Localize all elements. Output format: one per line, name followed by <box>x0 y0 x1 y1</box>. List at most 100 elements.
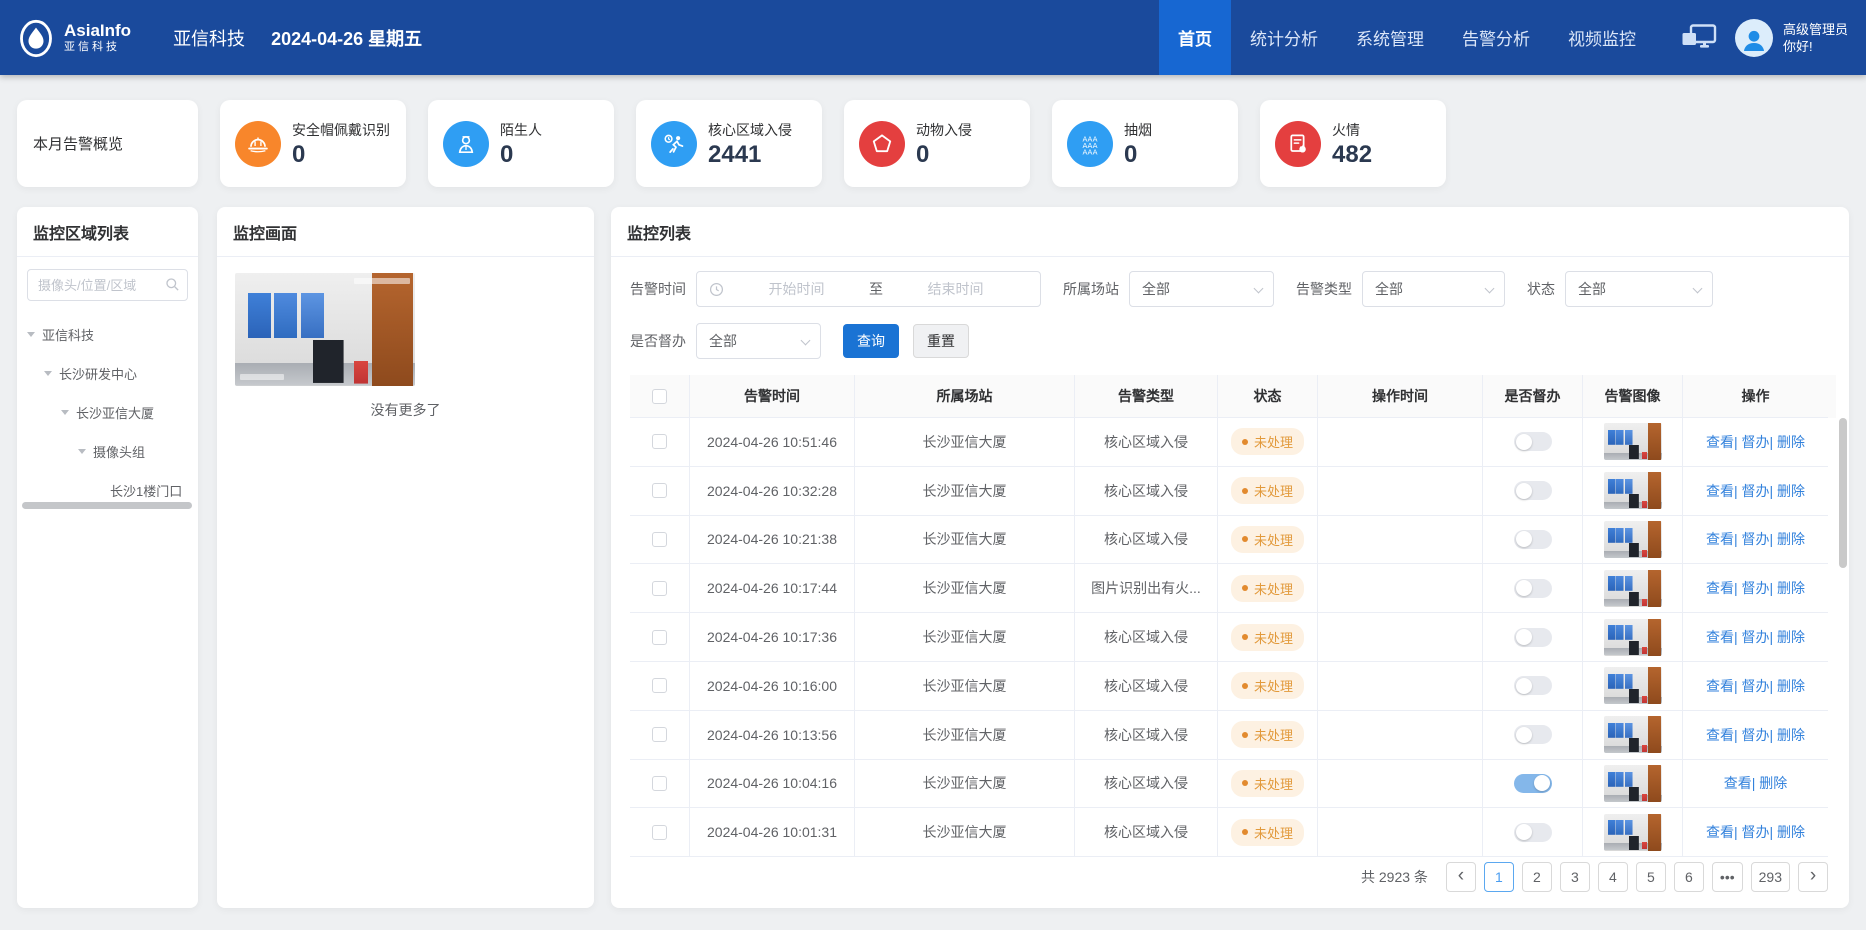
tree-expand-icon[interactable] <box>44 371 52 376</box>
row-action-link[interactable]: 查看 <box>1724 773 1752 793</box>
end-time-placeholder[interactable]: 结束时间 <box>883 279 1028 299</box>
next-page-button[interactable]: › <box>1798 862 1828 892</box>
page-number-button[interactable]: 3 <box>1560 862 1590 892</box>
row-action-link[interactable]: 查看 <box>1706 725 1734 745</box>
row-action-link[interactable]: 督办 <box>1734 822 1770 842</box>
row-action-link[interactable]: 督办 <box>1734 578 1770 598</box>
supervise-toggle[interactable] <box>1514 432 1552 451</box>
row-checkbox[interactable] <box>652 727 667 742</box>
reset-button[interactable]: 重置 <box>913 324 969 358</box>
alarm-image-thumbnail[interactable] <box>1604 716 1662 753</box>
row-action-link[interactable]: 查看 <box>1706 822 1734 842</box>
row-checkbox[interactable] <box>652 532 667 547</box>
row-action-link[interactable]: 督办 <box>1734 432 1770 452</box>
supervise-toggle[interactable] <box>1514 676 1552 695</box>
row-action-link[interactable]: 查看 <box>1706 627 1734 647</box>
supervise-toggle[interactable] <box>1514 481 1552 500</box>
alarm-type-cell: 图片识别出有火... <box>1075 564 1218 613</box>
row-action-link[interactable]: 删除 <box>1770 481 1806 501</box>
row-action-link[interactable]: 查看 <box>1706 529 1734 549</box>
row-checkbox[interactable] <box>652 581 667 596</box>
row-action-link[interactable]: 删除 <box>1770 676 1806 696</box>
row-action-link[interactable]: 查看 <box>1706 578 1734 598</box>
page-ellipsis[interactable]: ••• <box>1712 862 1743 892</box>
video-wall-icon[interactable] <box>1681 24 1717 52</box>
nav-tab[interactable]: 统计分析 <box>1231 0 1337 75</box>
prev-page-button[interactable]: ‹ <box>1446 862 1476 892</box>
tree-item[interactable]: 长沙亚信大厦 <box>17 393 198 432</box>
nav-tab[interactable]: 系统管理 <box>1337 0 1443 75</box>
page-number-button[interactable]: 5 <box>1636 862 1666 892</box>
page-number-button[interactable]: 293 <box>1751 862 1790 892</box>
row-checkbox[interactable] <box>652 434 667 449</box>
page-number-button[interactable]: 6 <box>1674 862 1704 892</box>
alarm-time-cell: 2024-04-26 10:04:16 <box>690 760 855 809</box>
camera-thumbnail[interactable] <box>235 273 415 386</box>
row-action-link[interactable]: 删除 <box>1770 578 1806 598</box>
row-action-link[interactable]: 督办 <box>1734 529 1770 549</box>
supervise-toggle[interactable] <box>1514 628 1552 647</box>
supervise-select[interactable]: 全部 <box>696 323 821 359</box>
supervise-toggle[interactable] <box>1514 725 1552 744</box>
camera-search-input[interactable] <box>27 269 188 301</box>
status-select[interactable]: 全部 <box>1565 271 1713 307</box>
brand-name-cn: 亚信科技 <box>64 40 131 54</box>
row-action-link[interactable]: 查看 <box>1706 432 1734 452</box>
row-checkbox[interactable] <box>652 483 667 498</box>
row-action-link[interactable]: 督办 <box>1734 676 1770 696</box>
nav-tab[interactable]: 视频监控 <box>1549 0 1655 75</box>
row-action-link[interactable]: 删除 <box>1752 773 1788 793</box>
tree-item[interactable]: 亚信科技 <box>17 315 198 354</box>
row-action-link[interactable]: 删除 <box>1770 822 1806 842</box>
row-action-link[interactable]: 删除 <box>1770 627 1806 647</box>
row-checkbox[interactable] <box>652 776 667 791</box>
row-action-link[interactable]: 查看 <box>1706 481 1734 501</box>
stat-value: 0 <box>500 142 542 168</box>
alarm-image-thumbnail[interactable] <box>1604 765 1662 802</box>
row-action-link[interactable]: 督办 <box>1734 627 1770 647</box>
supervise-toggle[interactable] <box>1514 823 1552 842</box>
row-checkbox[interactable] <box>652 678 667 693</box>
row-action-link[interactable]: 督办 <box>1734 725 1770 745</box>
alarm-image-thumbnail[interactable] <box>1604 521 1662 558</box>
supervise-toggle[interactable] <box>1514 774 1552 793</box>
supervise-toggle[interactable] <box>1514 579 1552 598</box>
user-avatar[interactable] <box>1735 19 1773 57</box>
alarm-image-thumbnail[interactable] <box>1604 619 1662 656</box>
page-number-button[interactable]: 4 <box>1598 862 1628 892</box>
scrollbar-thumb[interactable] <box>1839 418 1847 568</box>
operation-time-cell <box>1318 467 1483 516</box>
alarm-type-select[interactable]: 全部 <box>1362 271 1505 307</box>
row-action-link[interactable]: 督办 <box>1734 481 1770 501</box>
alarm-type-cell: 核心区域入侵 <box>1075 418 1218 467</box>
row-checkbox[interactable] <box>652 630 667 645</box>
tree-item[interactable]: 长沙研发中心 <box>17 354 198 393</box>
tree-item[interactable]: 摄像头组 <box>17 432 198 471</box>
query-button[interactable]: 查询 <box>843 324 899 358</box>
row-action-link[interactable]: 删除 <box>1770 529 1806 549</box>
tree-expand-icon[interactable] <box>78 449 86 454</box>
row-action-link[interactable]: 删除 <box>1770 432 1806 452</box>
row-action-link[interactable]: 查看 <box>1706 676 1734 696</box>
tree-expand-icon[interactable] <box>61 410 69 415</box>
nav-tab[interactable]: 首页 <box>1159 0 1231 75</box>
horizontal-scrollbar[interactable] <box>22 502 192 509</box>
alarm-image-thumbnail[interactable] <box>1604 472 1662 509</box>
alarm-image-thumbnail[interactable] <box>1604 423 1662 460</box>
row-action-link[interactable]: 删除 <box>1770 725 1806 745</box>
page-number-button[interactable]: 2 <box>1522 862 1552 892</box>
month-overview-card: 本月告警概览 <box>17 100 198 187</box>
row-checkbox[interactable] <box>652 825 667 840</box>
alarm-image-thumbnail[interactable] <box>1604 814 1662 851</box>
alarm-time-range-picker[interactable]: 开始时间 至 结束时间 <box>696 271 1041 307</box>
stat-card: 安全帽佩戴识别 0 <box>220 100 406 187</box>
tree-expand-icon[interactable] <box>27 332 35 337</box>
select-all-checkbox[interactable] <box>652 389 667 404</box>
supervise-toggle[interactable] <box>1514 530 1552 549</box>
alarm-image-thumbnail[interactable] <box>1604 570 1662 607</box>
station-select[interactable]: 全部 <box>1129 271 1274 307</box>
page-number-button[interactable]: 1 <box>1484 862 1514 892</box>
start-time-placeholder[interactable]: 开始时间 <box>724 279 869 299</box>
alarm-image-thumbnail[interactable] <box>1604 667 1662 704</box>
nav-tab[interactable]: 告警分析 <box>1443 0 1549 75</box>
